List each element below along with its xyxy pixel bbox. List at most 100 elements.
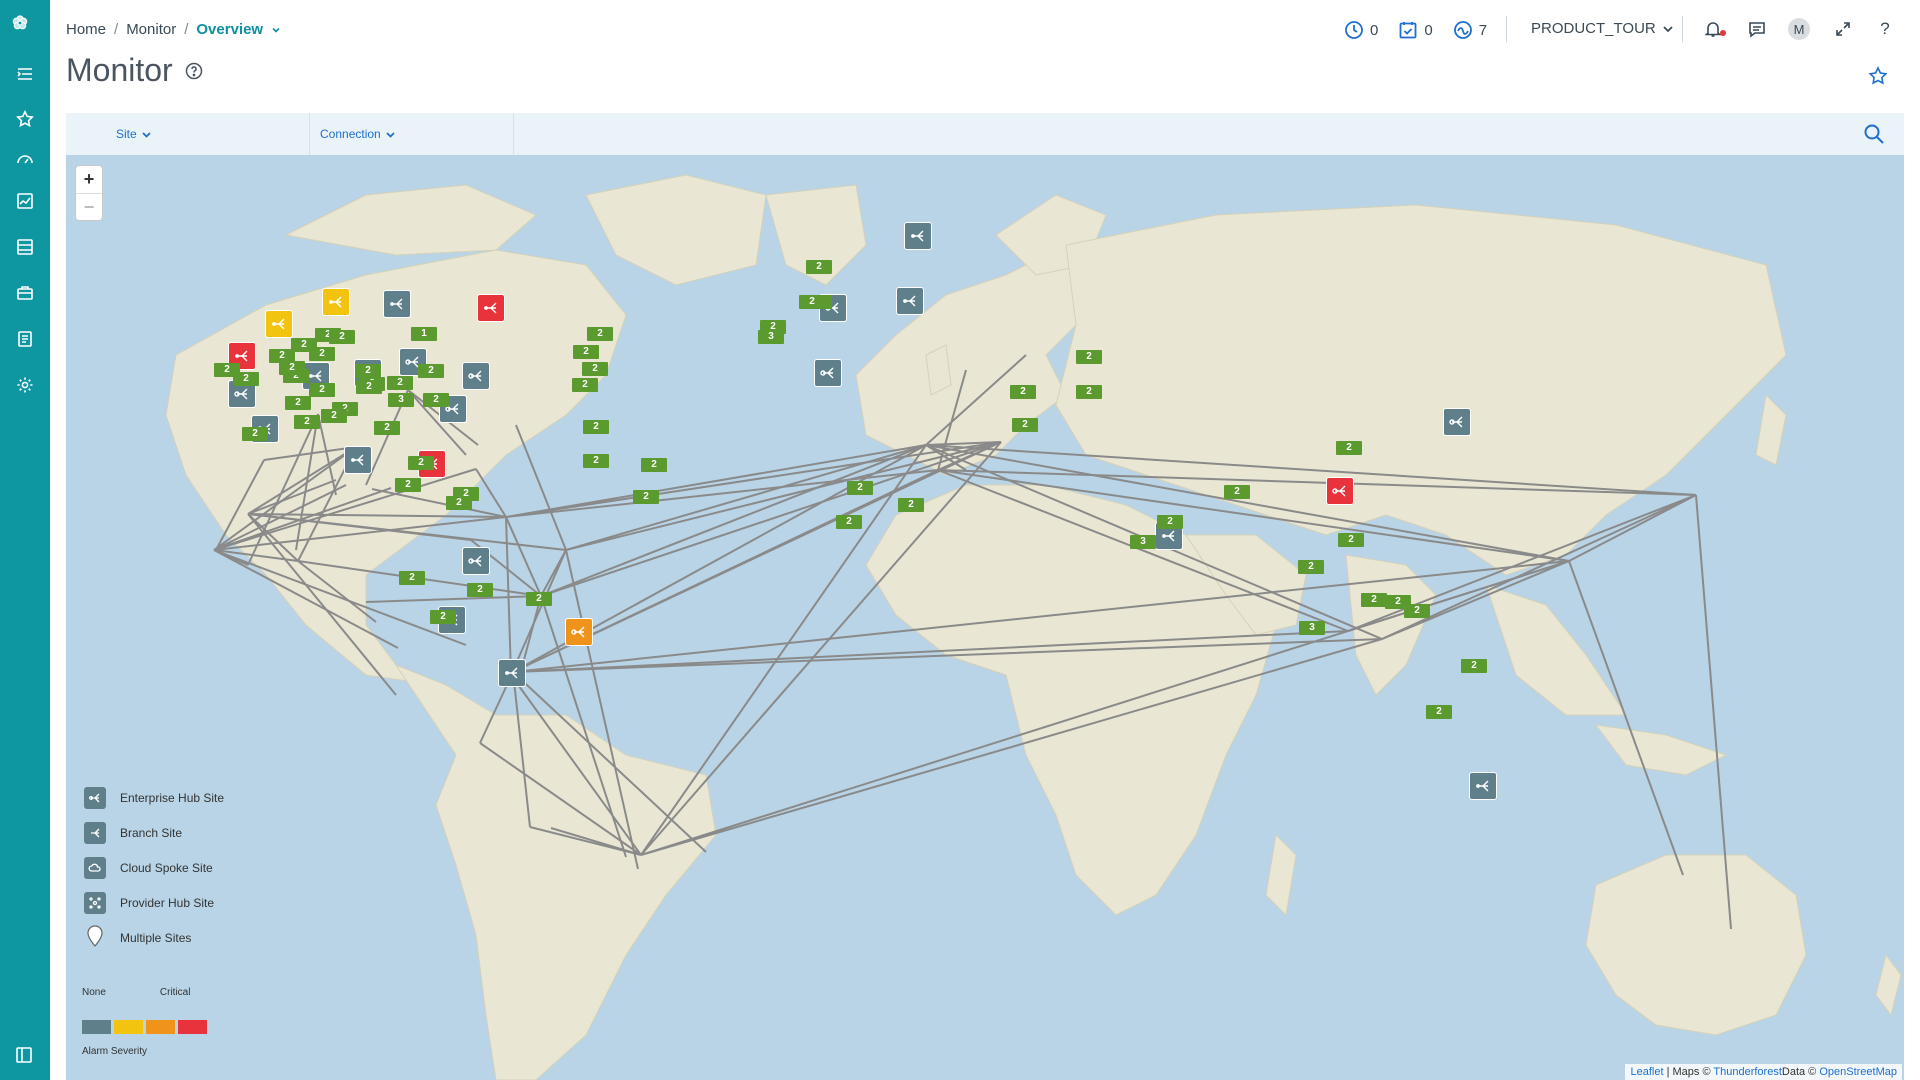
- site-filter[interactable]: Site: [116, 113, 152, 155]
- connection-count-label[interactable]: 2: [1157, 515, 1183, 529]
- breadcrumb-home[interactable]: Home: [66, 21, 106, 38]
- logo-icon[interactable]: [11, 14, 39, 42]
- connection-count-label[interactable]: 3: [1299, 621, 1325, 635]
- osm-link[interactable]: OpenStreetMap: [1819, 1066, 1897, 1078]
- connection-count-label[interactable]: 2: [294, 415, 320, 429]
- chat-icon[interactable]: [1746, 18, 1768, 40]
- connection-count-label[interactable]: 2: [356, 380, 382, 394]
- connection-count-label[interactable]: 2: [329, 330, 355, 344]
- connection-count-label[interactable]: 2: [847, 481, 873, 495]
- connection-count-label[interactable]: 3: [388, 393, 414, 407]
- connection-count-label[interactable]: 2: [583, 454, 609, 468]
- connection-count-label[interactable]: 2: [1336, 441, 1362, 455]
- chevron-down-icon[interactable]: [271, 25, 281, 35]
- connection-count-label[interactable]: 2: [418, 364, 444, 378]
- connection-count-label[interactable]: 2: [430, 610, 456, 624]
- connection-count-label[interactable]: 2: [583, 420, 609, 434]
- leaflet-link[interactable]: Leaflet: [1630, 1066, 1663, 1078]
- gear-icon[interactable]: [15, 375, 35, 395]
- menu-icon[interactable]: [15, 64, 35, 84]
- tasks-counter[interactable]: 0: [1398, 20, 1433, 40]
- connection-count-label[interactable]: 2: [1361, 593, 1387, 607]
- breadcrumb-monitor[interactable]: Monitor: [126, 21, 176, 38]
- connection-count-label[interactable]: 2: [572, 378, 598, 392]
- branch-site-marker[interactable]: [1469, 772, 1497, 800]
- chart-icon[interactable]: [15, 191, 35, 211]
- enterprise-hub-marker[interactable]: [1443, 408, 1471, 436]
- connection-count-label[interactable]: 2: [285, 396, 311, 410]
- connection-count-label[interactable]: 2: [242, 427, 268, 441]
- sidebar-toggle-icon[interactable]: [15, 1046, 33, 1064]
- connection-count-label[interactable]: 2: [399, 571, 425, 585]
- branch-site-marker[interactable]: [477, 294, 505, 322]
- connection-count-label[interactable]: 2: [279, 361, 305, 375]
- connection-count-label[interactable]: 2: [374, 421, 400, 435]
- connection-count-label[interactable]: 2: [321, 409, 347, 423]
- connection-count-label[interactable]: 2: [836, 515, 862, 529]
- connection-count-label[interactable]: 2: [1298, 560, 1324, 574]
- connection-count-label[interactable]: 2: [799, 295, 825, 309]
- connection-count-label[interactable]: 2: [587, 327, 613, 341]
- connection-count-label[interactable]: 2: [214, 363, 240, 377]
- branch-site-marker[interactable]: [383, 290, 411, 318]
- search-icon[interactable]: [1863, 123, 1885, 145]
- connection-count-label[interactable]: 2: [526, 592, 552, 606]
- connection-count-label[interactable]: 2: [395, 478, 421, 492]
- enterprise-hub-marker[interactable]: [1326, 477, 1354, 505]
- world-map[interactable]: + − 221222222222222222223222222223222222…: [66, 155, 1904, 1080]
- star-icon[interactable]: [15, 109, 35, 129]
- connection-count-label[interactable]: 2: [467, 583, 493, 597]
- enterprise-hub-marker[interactable]: [462, 362, 490, 390]
- connection-count-label[interactable]: 2: [1461, 659, 1487, 673]
- zoom-in-button[interactable]: +: [76, 166, 102, 193]
- connection-count-label[interactable]: 2: [1426, 705, 1452, 719]
- bell-icon[interactable]: [1702, 18, 1724, 40]
- avatar[interactable]: M: [1788, 18, 1810, 40]
- document-icon[interactable]: [15, 329, 35, 349]
- server-icon[interactable]: [15, 237, 35, 257]
- zoom-out-button[interactable]: −: [76, 193, 102, 220]
- help-button[interactable]: ?: [1874, 18, 1896, 40]
- tenant-selector[interactable]: PRODUCT_TOUR: [1531, 20, 1674, 37]
- connection-count-label[interactable]: 3: [1130, 535, 1156, 549]
- favorite-star-icon[interactable]: [1868, 66, 1888, 86]
- connection-count-label[interactable]: 2: [633, 490, 659, 504]
- connection-count-label[interactable]: 2: [898, 498, 924, 512]
- connection-count-label[interactable]: 2: [309, 383, 335, 397]
- connection-count-label[interactable]: 2: [408, 456, 434, 470]
- connection-count-label[interactable]: 2: [1076, 350, 1102, 364]
- connection-count-label[interactable]: 2: [1224, 485, 1250, 499]
- branch-site-marker[interactable]: [896, 287, 924, 315]
- help-circle-icon[interactable]: [185, 62, 203, 80]
- connection-count-label[interactable]: 2: [387, 376, 413, 390]
- connection-count-label[interactable]: 2: [1404, 604, 1430, 618]
- connection-count-label[interactable]: 2: [806, 260, 832, 274]
- branch-site-marker[interactable]: [265, 310, 293, 338]
- branch-site-marker[interactable]: [344, 446, 372, 474]
- connection-count-label[interactable]: 2: [423, 393, 449, 407]
- connection-count-label[interactable]: 2: [1010, 385, 1036, 399]
- gauge-icon[interactable]: [15, 149, 35, 169]
- connection-count-label[interactable]: 2: [355, 364, 381, 378]
- connection-count-label[interactable]: 3: [758, 330, 784, 344]
- connection-count-label[interactable]: 2: [1338, 533, 1364, 547]
- enterprise-hub-marker[interactable]: [462, 547, 490, 575]
- connection-count-label[interactable]: 2: [641, 458, 667, 472]
- connection-count-label[interactable]: 2: [1012, 418, 1038, 432]
- events-counter[interactable]: 7: [1453, 20, 1487, 40]
- enterprise-hub-marker[interactable]: [814, 359, 842, 387]
- branch-site-marker[interactable]: [322, 288, 350, 316]
- connection-count-label[interactable]: 1: [411, 327, 437, 341]
- connection-filter[interactable]: Connection: [320, 113, 396, 155]
- expand-icon[interactable]: [1832, 18, 1854, 40]
- pending-counter[interactable]: 0: [1344, 20, 1378, 40]
- breadcrumb-current[interactable]: Overview: [196, 21, 263, 38]
- connection-count-label[interactable]: 2: [1076, 385, 1102, 399]
- connection-count-label[interactable]: 2: [582, 362, 608, 376]
- connection-count-label[interactable]: 2: [573, 345, 599, 359]
- branch-site-marker[interactable]: [498, 659, 526, 687]
- connection-count-label[interactable]: 2: [309, 347, 335, 361]
- branch-site-marker[interactable]: [904, 222, 932, 250]
- briefcase-icon[interactable]: [15, 283, 35, 303]
- connection-count-label[interactable]: 2: [446, 496, 472, 510]
